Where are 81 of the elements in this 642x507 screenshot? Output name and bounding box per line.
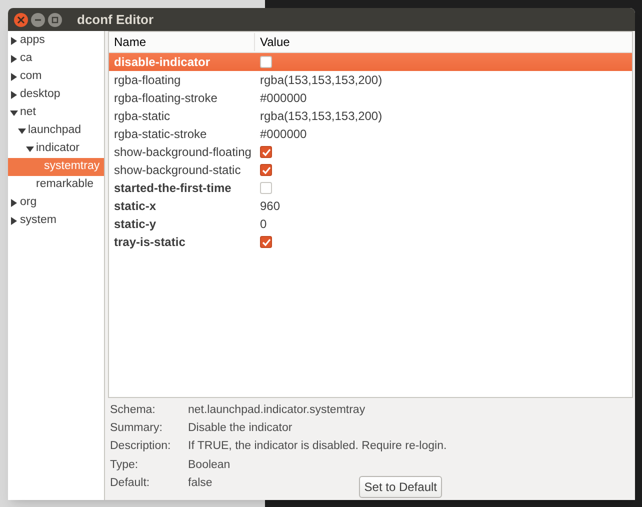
settings-row[interactable]: tray-is-static xyxy=(109,233,632,251)
tree-label: ca xyxy=(20,51,32,66)
detail-label: Default: xyxy=(110,476,151,492)
settings-row[interactable]: started-the-first-time xyxy=(109,179,632,197)
tree-label: systemtray xyxy=(44,159,100,174)
minimize-button[interactable] xyxy=(31,12,45,26)
tree-label: launchpad xyxy=(28,123,82,138)
tree-label: apps xyxy=(20,33,45,48)
tree-item[interactable]: org xyxy=(8,194,104,212)
tree-item[interactable]: com xyxy=(8,68,104,86)
maximize-button[interactable] xyxy=(48,12,62,26)
setting-name: rgba-floating xyxy=(113,72,182,89)
expanded-arrow-icon[interactable] xyxy=(26,145,34,153)
collapsed-arrow-icon[interactable] xyxy=(10,73,18,81)
tree-item[interactable]: system xyxy=(8,212,104,230)
collapsed-arrow-icon[interactable] xyxy=(10,199,18,207)
collapsed-arrow-icon[interactable] xyxy=(10,91,18,99)
close-icon xyxy=(17,16,25,24)
detail-label: Summary: xyxy=(110,420,164,436)
settings-row[interactable]: static-x 960 xyxy=(109,197,632,215)
detail-value: If TRUE, the indicator is disabled. Require re-login. xyxy=(188,439,447,454)
settings-row[interactable]: show-background-floating xyxy=(109,143,632,161)
detail-value: false xyxy=(188,476,212,492)
checkbox[interactable] xyxy=(260,236,272,248)
collapsed-arrow-icon[interactable] xyxy=(10,37,18,45)
expanded-arrow-icon[interactable] xyxy=(18,127,26,135)
checkbox[interactable] xyxy=(260,164,272,176)
expanded-arrow-icon[interactable] xyxy=(10,109,18,117)
detail-label: Type: xyxy=(110,458,140,473)
setting-value: rgba(153,153,153,200) xyxy=(259,72,382,89)
collapsed-arrow-icon[interactable] xyxy=(10,55,18,63)
setting-name: show-background-static xyxy=(113,162,242,179)
column-header[interactable]: Name xyxy=(109,33,255,51)
settings-row[interactable]: rgba-floating-stroke #000000 xyxy=(109,89,632,107)
collapsed-arrow-icon[interactable] xyxy=(10,217,18,225)
tree-item[interactable]: net xyxy=(8,104,104,122)
setting-name: rgba-static xyxy=(113,108,172,125)
setting-name: show-background-floating xyxy=(113,144,252,161)
setting-name: disable-indicator xyxy=(113,54,212,71)
tree-label: net xyxy=(20,105,36,120)
tree-item[interactable]: apps xyxy=(8,32,104,50)
settings-row[interactable]: show-background-static xyxy=(109,161,632,179)
tree-item[interactable]: remarkable xyxy=(8,176,104,194)
close-button[interactable] xyxy=(14,12,28,26)
settings-row[interactable]: rgba-floating rgba(153,153,153,200) xyxy=(109,71,632,89)
tree-label: desktop xyxy=(20,87,60,102)
detail-value: Boolean xyxy=(188,458,230,473)
detail-value: Disable the indicator xyxy=(188,420,292,436)
tree-label: indicator xyxy=(36,141,80,156)
tree-item[interactable]: indicator xyxy=(8,140,104,158)
checkbox[interactable] xyxy=(260,146,272,158)
detail-label: Schema: xyxy=(110,402,156,418)
setting-name: static-x xyxy=(113,198,158,215)
tree-label: com xyxy=(20,69,42,84)
tree-item[interactable]: ca xyxy=(8,50,104,68)
setting-value: 960 xyxy=(259,198,280,215)
setting-value: rgba(153,153,153,200) xyxy=(259,108,382,125)
tree-item[interactable]: desktop xyxy=(8,86,104,104)
settings-row[interactable]: static-y 0 xyxy=(109,215,632,233)
checkbox[interactable] xyxy=(260,56,272,68)
setting-name: tray-is-static xyxy=(113,234,186,251)
setting-value: #000000 xyxy=(259,126,307,143)
detail-value: net.launchpad.indicator.systemtray xyxy=(188,402,366,418)
setting-name: started-the-first-time xyxy=(113,180,232,197)
tree-item[interactable]: launchpad xyxy=(8,122,104,140)
settings-row[interactable]: rgba-static rgba(153,153,153,200) xyxy=(109,107,632,125)
maximize-icon xyxy=(51,16,59,24)
checkbox[interactable] xyxy=(260,182,272,194)
set-to-default-button[interactable]: Set to Default xyxy=(359,476,442,498)
column-header[interactable]: Value xyxy=(255,33,290,51)
setting-name: rgba-static-stroke xyxy=(113,126,208,143)
tree-label: org xyxy=(20,195,37,210)
setting-value: 0 xyxy=(259,216,267,233)
detail-label: Description: xyxy=(110,439,172,454)
tree-label: system xyxy=(20,213,56,228)
setting-name: static-y xyxy=(113,216,158,233)
setting-value: #000000 xyxy=(259,90,307,107)
window-title: dconf Editor xyxy=(77,10,154,29)
tree-label: remarkable xyxy=(36,177,94,192)
setting-name: rgba-floating-stroke xyxy=(113,90,218,107)
settings-row[interactable]: rgba-static-stroke #000000 xyxy=(109,125,632,143)
